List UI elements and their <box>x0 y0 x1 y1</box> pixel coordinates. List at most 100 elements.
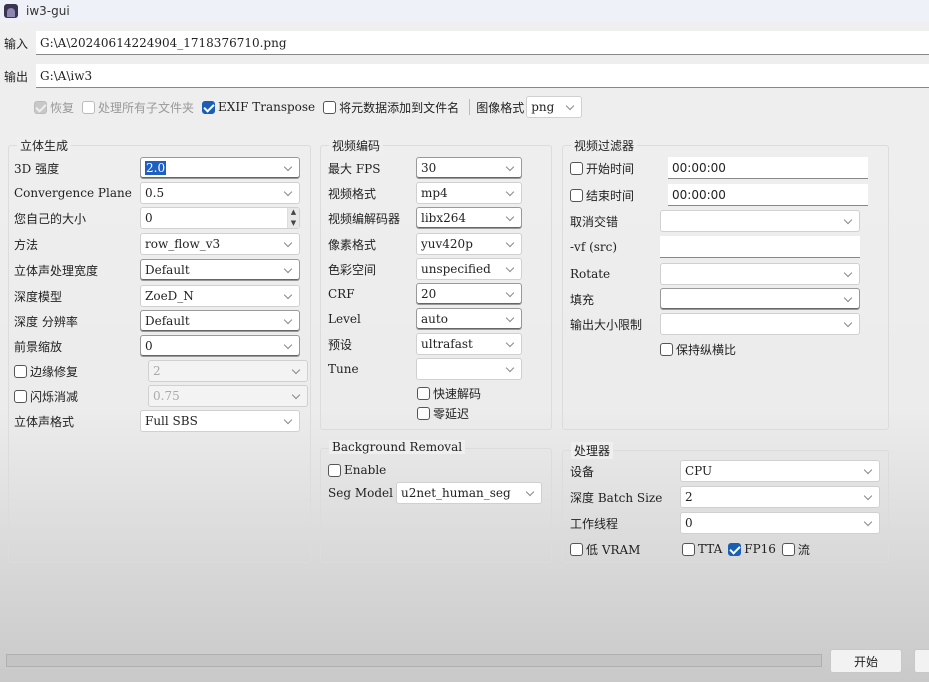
chevron-down-icon <box>283 264 293 273</box>
stereo-row-label: 方法 <box>14 237 39 252</box>
stereo-select[interactable]: Full SBS <box>140 410 300 432</box>
video-encoding-select[interactable] <box>416 358 522 380</box>
fp16-check-icon <box>728 542 742 556</box>
chevron-down-icon <box>565 101 575 110</box>
stereo-select[interactable]: ZoeD_N <box>140 285 300 307</box>
deinterlace-select[interactable] <box>660 210 860 232</box>
resume-check-icon <box>34 100 47 114</box>
chevron-down-icon <box>843 318 853 327</box>
seg-model-select[interactable]: u2net_human_seg <box>396 482 542 504</box>
stream-checkbox[interactable]: 流 <box>781 541 810 558</box>
spin-arrows-icon[interactable]: ▲ ▼ <box>287 208 299 228</box>
chevron-down-icon <box>505 263 515 272</box>
input-label: 输入 <box>4 36 29 51</box>
tta-checkbox[interactable]: TTA <box>682 542 722 556</box>
chevron-down-icon <box>283 290 293 299</box>
video-encoding-value: ultrafast <box>421 337 473 351</box>
stereo-select[interactable]: 2 <box>148 360 308 382</box>
fp16-checkbox[interactable]: FP16 <box>728 542 776 556</box>
video-encoding-title: 视频编码 <box>329 137 384 154</box>
stereo-value: row_flow_v3 <box>145 237 221 251</box>
window-title: iw3-gui <box>26 4 70 18</box>
keep-aspect-checkbox[interactable]: 保持纵横比 <box>660 341 736 358</box>
recursive-label: 处理所有子文件夹 <box>98 100 195 115</box>
device-value: CPU <box>685 464 713 478</box>
stereo-value: 0.75 <box>153 389 180 403</box>
end-time-input[interactable]: 00:00:00 <box>668 184 868 206</box>
video-encoding-select[interactable]: libx264 <box>416 207 522 229</box>
chevron-down-icon <box>505 288 515 297</box>
start-time-checkbox[interactable]: 开始时间 <box>570 160 660 177</box>
vf-input[interactable] <box>660 236 860 258</box>
stereo-select[interactable]: Default <box>140 310 300 332</box>
checkbox-icon <box>14 389 27 403</box>
stereo-row: Convergence Plane 0.5 <box>14 182 300 204</box>
end-time-checkbox[interactable]: 结束时间 <box>570 187 660 204</box>
video-encoding-select[interactable]: unspecified <box>416 258 522 280</box>
checkbox-icon <box>14 364 27 378</box>
video-encoding-select[interactable]: 30 <box>416 157 522 179</box>
video-encoding-value: 30 <box>421 161 437 175</box>
image-format-select[interactable]: png <box>526 96 583 118</box>
video-encoding-select[interactable]: yuv420p <box>416 233 522 255</box>
rotate-label: Rotate <box>570 267 611 281</box>
stereo-select[interactable]: 0 <box>140 335 300 357</box>
vf-label: -vf (src) <box>570 240 618 254</box>
low-vram-checkbox[interactable]: 低 VRAM <box>570 541 674 558</box>
chevron-down-icon <box>505 238 515 247</box>
bg-enable-checkbox[interactable]: Enable <box>328 463 386 477</box>
low-vram-check-icon <box>570 542 583 556</box>
keep-aspect-check-icon <box>660 343 673 356</box>
video-encoding-select[interactable]: mp4 <box>416 182 522 204</box>
device-label: 设备 <box>570 464 595 479</box>
input-row: 输入 G:\A\20240614224904_1718376710.png <box>0 30 929 56</box>
workers-select[interactable]: 0 <box>680 512 880 534</box>
stereo-row: 深度模型 ZoeD_N <box>14 285 300 307</box>
stereo-row-checkbox[interactable]: 闪烁消减 <box>14 388 140 405</box>
device-row: 设备 CPU <box>570 460 880 482</box>
workers-value: 0 <box>685 516 693 530</box>
stereo-row: 您自己的大小 0 ▲ ▼ <box>14 207 300 229</box>
stereo-select[interactable]: 0.5 <box>140 182 300 204</box>
start-time-input[interactable]: 00:00:00 <box>668 157 868 179</box>
cancel-button[interactable] <box>914 649 929 673</box>
start-button[interactable]: 开始 <box>830 649 902 673</box>
pad-select[interactable] <box>660 288 860 310</box>
max-output-size-select[interactable] <box>660 313 860 335</box>
stereo-row-label: 立体声格式 <box>14 414 75 429</box>
video-encoding-value: yuv420p <box>421 237 473 251</box>
video-filter-title: 视频过滤器 <box>571 137 638 154</box>
metadata-filename-checkbox[interactable]: 将元数据添加到文件名 <box>323 99 459 116</box>
video-encoding-row: 最大 FPS 30 <box>328 157 522 179</box>
chevron-down-icon <box>291 365 301 374</box>
batch-size-select[interactable]: 2 <box>680 486 880 508</box>
stereo-row-checkbox[interactable]: 边缘修复 <box>14 363 140 380</box>
stereo-select[interactable]: row_flow_v3 <box>140 233 300 255</box>
video-encoding-select[interactable]: ultrafast <box>416 333 522 355</box>
start-time-row: 开始时间 00:00:00 <box>570 157 868 179</box>
resume-checkbox[interactable]: 恢复 <box>34 99 74 116</box>
output-path-field[interactable]: G:\A\iw3 <box>36 64 929 88</box>
video-encoding-row: 色彩空间 unspecified <box>328 258 522 280</box>
device-select[interactable]: CPU <box>680 460 880 482</box>
recursive-checkbox[interactable]: 处理所有子文件夹 <box>82 99 194 116</box>
video-encoding-row: CRF 20 <box>328 283 522 305</box>
zero-latency-checkbox[interactable]: 零延迟 <box>417 405 469 422</box>
stereo-select[interactable]: 0.75 <box>148 385 308 407</box>
image-format-value: png <box>531 100 555 114</box>
video-encoding-select[interactable]: auto <box>416 308 522 330</box>
background-removal-title: Background Removal <box>329 440 466 454</box>
chevron-down-icon <box>843 268 853 277</box>
exif-label: EXIF Transpose <box>218 100 316 114</box>
stereo-select[interactable]: 2.0 <box>140 157 300 179</box>
input-path-field[interactable]: G:\A\20240614224904_1718376710.png <box>36 31 929 55</box>
stereo-spinbox[interactable]: 0 ▲ ▼ <box>140 207 300 229</box>
pad-label: 填充 <box>570 292 595 307</box>
video-encoding-label: 色彩空间 <box>328 262 377 277</box>
video-encoding-select[interactable]: 20 <box>416 283 522 305</box>
stereo-select[interactable]: Default <box>140 259 300 281</box>
exif-transpose-checkbox[interactable]: EXIF Transpose <box>202 100 315 114</box>
video-encoding-row: 预设 ultrafast <box>328 333 522 355</box>
fast-decode-checkbox[interactable]: 快速解码 <box>417 385 481 402</box>
rotate-select[interactable] <box>660 263 860 285</box>
